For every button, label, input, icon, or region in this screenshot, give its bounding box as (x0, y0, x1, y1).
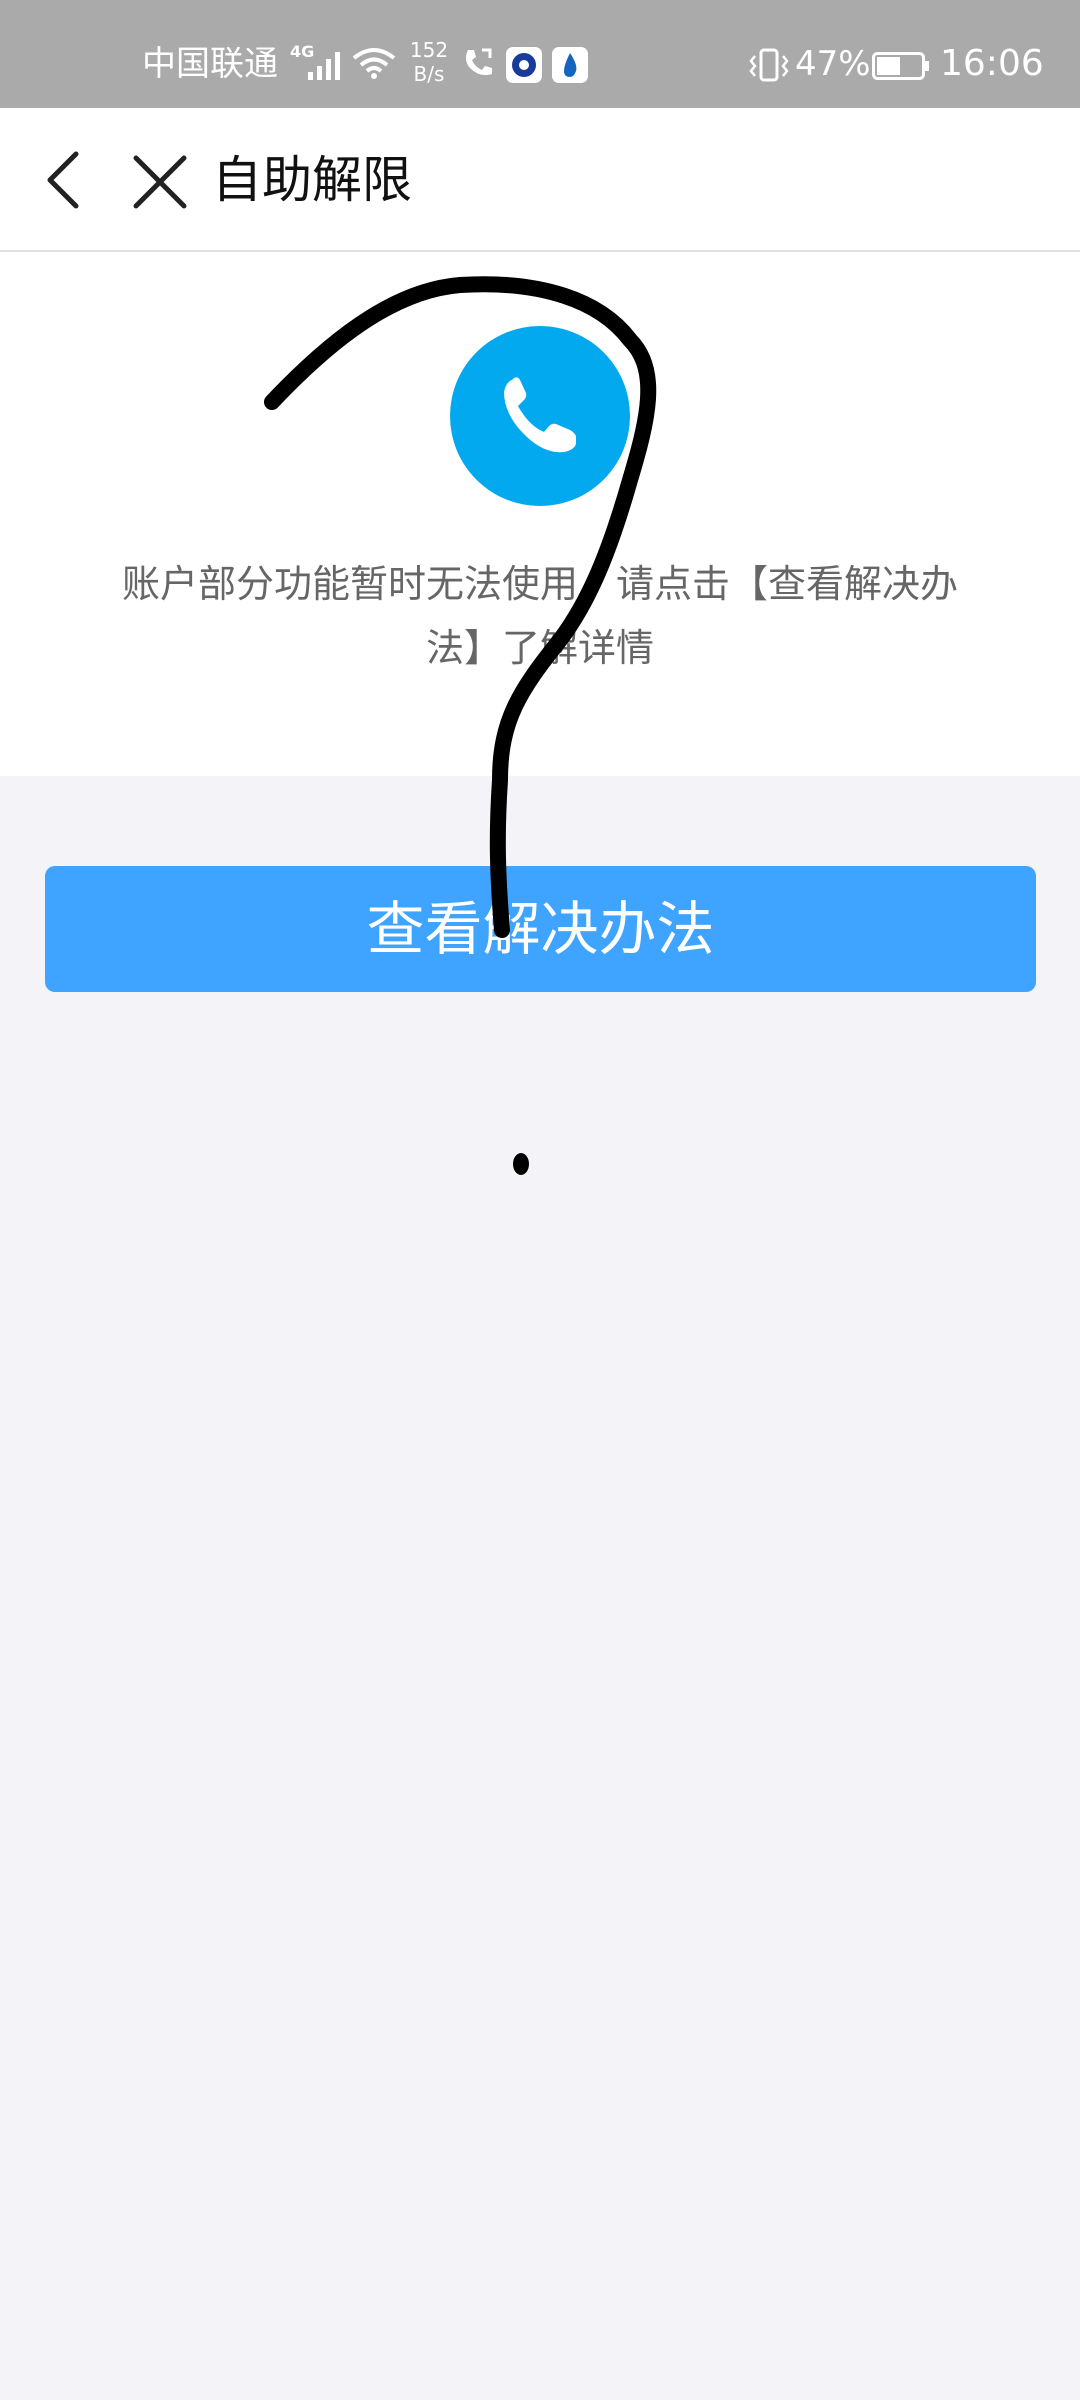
page: 中国联通 4G 152 B/s 47% 16:06 自助解限 账户部分功能暂时无… (0, 0, 1080, 2400)
view-solution-button[interactable]: 查看解决办法 (45, 866, 1036, 992)
app-notification-icon-2 (552, 47, 588, 83)
app-notification-icon (506, 47, 542, 83)
back-arrow-icon[interactable] (40, 150, 92, 210)
info-section: 账户部分功能暂时无法使用，请点击【查看解决办法】了解详情 (0, 252, 1080, 776)
network-speed-unit: B/s (413, 62, 445, 86)
close-icon[interactable] (130, 152, 190, 212)
nav-bar: 自助解限 (0, 108, 1080, 252)
call-forward-icon (465, 48, 492, 76)
restriction-message: 账户部分功能暂时无法使用，请点击【查看解决办法】了解详情 (121, 562, 958, 670)
page-title: 自助解限 (212, 151, 412, 209)
carrier-name: 中国联通 (142, 44, 278, 84)
battery-percent: 47% (795, 44, 871, 84)
network-speed: 152 B/s (404, 38, 454, 86)
phone-icon (504, 377, 576, 453)
status-bar: 中国联通 4G 152 B/s 47% 16:06 (0, 0, 1080, 108)
network-speed-value: 152 (409, 38, 449, 62)
phone-icon-badge (450, 326, 630, 506)
battery-icon (872, 52, 929, 80)
vibrate-icon (749, 48, 789, 82)
wifi-icon (352, 48, 396, 79)
signal-icon (308, 52, 340, 80)
clock: 16:06 (940, 43, 1044, 84)
